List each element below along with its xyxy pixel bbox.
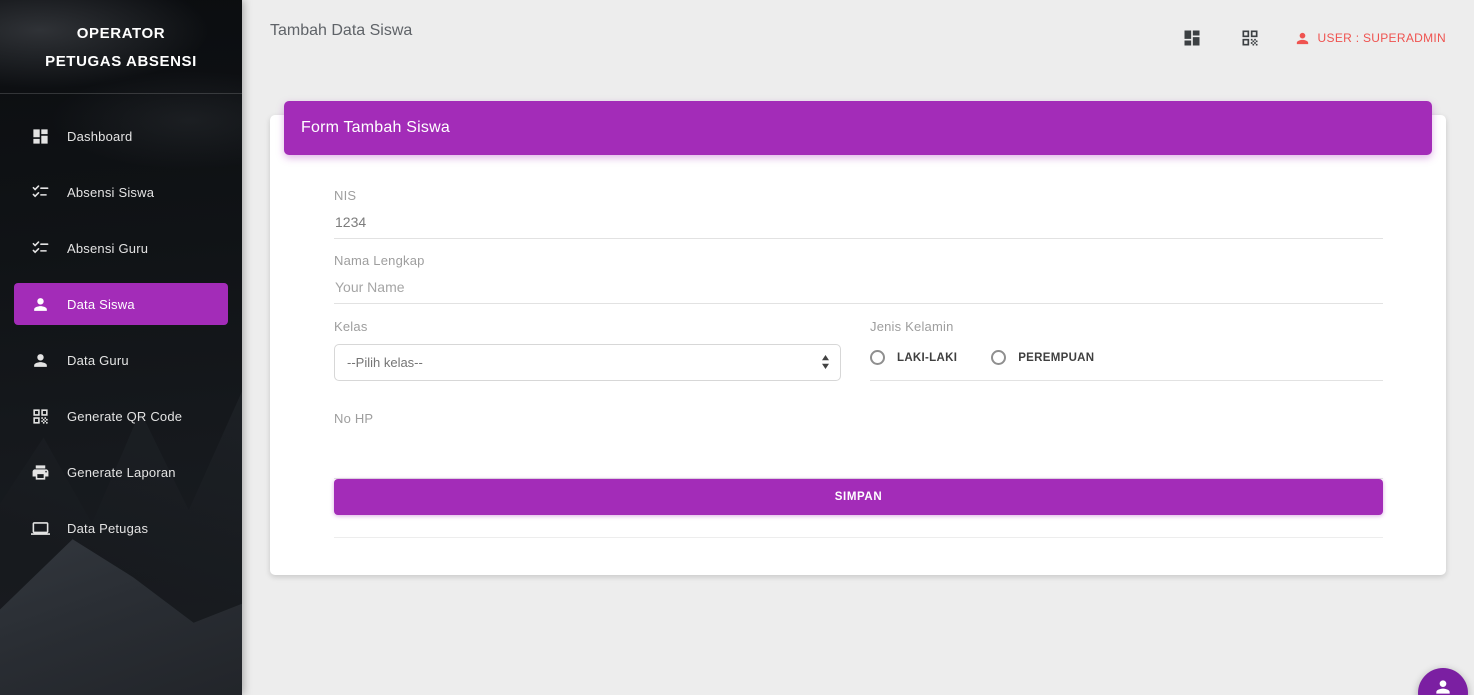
sidebar-item-label: Data Guru xyxy=(67,353,129,368)
simpan-button[interactable]: SIMPAN xyxy=(334,479,1383,515)
user-menu[interactable]: USER : SUPERADMIN xyxy=(1294,30,1446,47)
radio-option-perempuan[interactable]: PEREMPUAN xyxy=(991,350,1094,365)
app-title-line2: PETUGAS ABSENSI xyxy=(0,48,242,76)
sidebar-item-data-petugas[interactable]: Data Petugas xyxy=(14,507,228,549)
app-title: OPERATOR PETUGAS ABSENSI xyxy=(0,0,242,76)
sidebar-item-absensi-siswa[interactable]: Absensi Siswa xyxy=(14,171,228,213)
sidebar-item-dashboard[interactable]: Dashboard xyxy=(14,115,228,157)
topbar-actions: USER : SUPERADMIN xyxy=(1144,28,1446,48)
nama-lengkap-label: Nama Lengkap xyxy=(334,253,425,268)
form-card-header: Form Tambah Siswa xyxy=(284,101,1432,155)
checklist-icon xyxy=(31,239,50,258)
user-icon xyxy=(1294,30,1311,47)
kelas-select-wrap: --Pilih kelas-- xyxy=(334,344,841,381)
sidebar-item-generate-laporan[interactable]: Generate Laporan xyxy=(14,451,228,493)
qr-code-icon[interactable] xyxy=(1240,28,1260,48)
person-icon xyxy=(31,295,50,314)
card-bottom-divider xyxy=(334,537,1383,538)
user-label: USER : SUPERADMIN xyxy=(1318,31,1446,45)
qr-code-icon xyxy=(31,407,50,426)
jenis-kelamin-label: Jenis Kelamin xyxy=(870,319,954,334)
sidebar-item-label: Data Petugas xyxy=(67,521,148,536)
radio-option-laki-laki[interactable]: LAKI-LAKI xyxy=(870,350,957,365)
form-card-title: Form Tambah Siswa xyxy=(301,119,450,137)
person-icon xyxy=(1433,677,1453,695)
sidebar-item-label: Generate QR Code xyxy=(67,409,182,424)
dashboard-icon xyxy=(31,127,50,146)
printer-icon xyxy=(31,463,50,482)
kelas-label: Kelas xyxy=(334,319,368,334)
jenis-kelamin-radio-group: LAKI-LAKI PEREMPUAN xyxy=(870,350,1128,365)
no-hp-input[interactable] xyxy=(334,437,1383,479)
sidebar-item-generate-qr-code[interactable]: Generate QR Code xyxy=(14,395,228,437)
page-title: Tambah Data Siswa xyxy=(270,22,412,40)
sidebar-item-data-guru[interactable]: Data Guru xyxy=(14,339,228,381)
sidebar-item-label: Absensi Siswa xyxy=(67,185,154,200)
sidebar-nav: Dashboard Absensi Siswa Absensi Guru Dat… xyxy=(0,94,242,549)
app-title-line1: OPERATOR xyxy=(0,20,242,48)
floating-action-button[interactable] xyxy=(1418,668,1468,695)
checklist-icon xyxy=(31,183,50,202)
sidebar-item-label: Absensi Guru xyxy=(67,241,148,256)
perempuan-radio[interactable] xyxy=(991,350,1006,365)
sidebar: OPERATOR PETUGAS ABSENSI Dashboard Absen… xyxy=(0,0,242,695)
nis-input[interactable] xyxy=(334,214,1383,239)
person-icon xyxy=(31,351,50,370)
laptop-icon xyxy=(31,519,50,538)
dashboard-icon[interactable] xyxy=(1182,28,1202,48)
no-hp-label: No HP xyxy=(334,411,373,426)
nis-label: NIS xyxy=(334,188,356,203)
laki-laki-radio-label: LAKI-LAKI xyxy=(897,352,957,364)
sidebar-item-label: Dashboard xyxy=(67,129,132,144)
kelas-select[interactable]: --Pilih kelas-- xyxy=(334,344,841,381)
sidebar-item-absensi-guru[interactable]: Absensi Guru xyxy=(14,227,228,269)
nama-lengkap-input[interactable] xyxy=(334,279,1383,304)
sidebar-item-label: Generate Laporan xyxy=(67,465,176,480)
perempuan-radio-label: PEREMPUAN xyxy=(1018,352,1094,364)
sidebar-item-label: Data Siswa xyxy=(67,297,135,312)
laki-laki-radio[interactable] xyxy=(870,350,885,365)
jenis-kelamin-underline xyxy=(870,380,1383,381)
sidebar-item-data-siswa[interactable]: Data Siswa xyxy=(14,283,228,325)
